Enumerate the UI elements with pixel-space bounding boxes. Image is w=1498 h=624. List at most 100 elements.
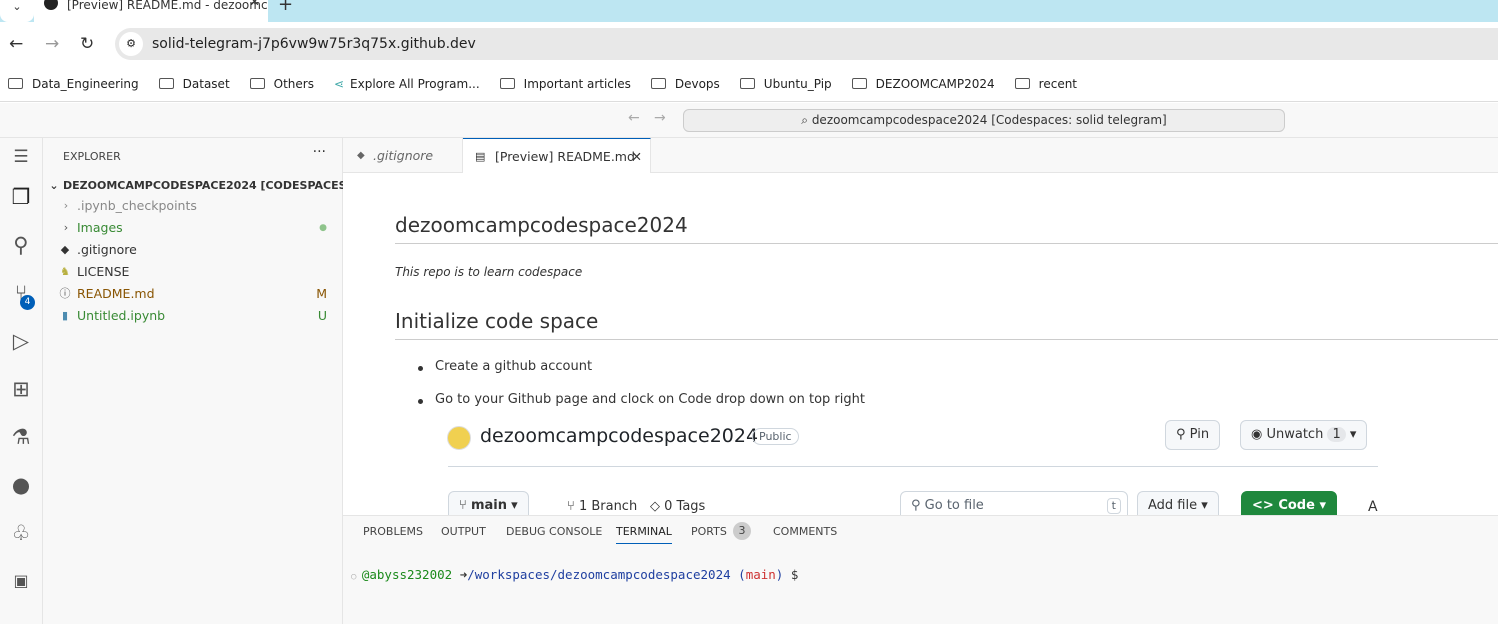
- search-icon: ⚲: [911, 498, 925, 513]
- more-actions-icon[interactable]: ···: [313, 144, 326, 160]
- git-icon: ◆: [60, 243, 70, 256]
- new-tab-button[interactable]: +: [278, 0, 293, 15]
- reload-button[interactable]: ↻: [80, 34, 94, 54]
- bookmark-label: Important articles: [523, 76, 631, 91]
- code-icon: <>: [1252, 498, 1279, 513]
- caret-down-icon: ▾: [1349, 427, 1357, 442]
- term-user: @abyss232002: [361, 567, 453, 582]
- bookmarks-bar: Data_Engineering Dataset Others ⋖ Explore…: [0, 66, 1498, 102]
- branch-label: main: [470, 498, 507, 513]
- code-button[interactable]: <> Code ▾: [1241, 491, 1337, 515]
- nav-back-icon[interactable]: ←: [628, 110, 640, 126]
- extensions-icon[interactable]: ⊞: [8, 376, 34, 402]
- site-settings-icon[interactable]: ⚙: [119, 32, 143, 56]
- tree-item[interactable]: ⓘ README.md M: [43, 283, 343, 305]
- unwatch-button[interactable]: ◉ Unwatch 1 ▾: [1240, 420, 1368, 450]
- bottom-panel: PROBLEMS OUTPUT DEBUG CONSOLE TERMINAL P…: [343, 515, 1498, 624]
- pin-button[interactable]: ⚲ Pin: [1165, 420, 1221, 450]
- add-file-label: Add file: [1148, 498, 1198, 513]
- go-to-file-placeholder: Go to file: [924, 498, 984, 513]
- explorer-title: EXPLORER: [63, 150, 121, 163]
- tab-search-button[interactable]: ⌄: [0, 0, 34, 22]
- browser-tab[interactable]: [Preview] README.md - dezoomcampcodespac…: [34, 0, 268, 22]
- go-to-file-input[interactable]: ⚲ Go to file t: [900, 491, 1128, 515]
- bookmark-label: DEZOOMCAMP2024: [875, 76, 995, 91]
- tree-item[interactable]: ◆ .gitignore: [43, 239, 343, 261]
- folder-icon: [158, 78, 174, 89]
- command-center-label: dezoomcampcodespace2024 [Codespaces: sol…: [811, 113, 1167, 127]
- tree-item[interactable]: ▮ Untitled.ipynb U: [43, 305, 343, 327]
- folder-icon: [1014, 78, 1030, 89]
- item-status: ●: [319, 223, 327, 233]
- bookmark[interactable]: recent: [1014, 76, 1078, 91]
- visibility-badge: Public: [752, 428, 799, 445]
- run-debug-icon[interactable]: ▷: [8, 328, 34, 354]
- workspace-root[interactable]: ⌄ DEZOOMCAMPCODESPACE2024 [CODESPACES: SO…: [43, 175, 391, 197]
- chevron-down-icon: ⌄: [49, 179, 59, 192]
- markdown-preview: dezoomcampcodespace2024 This repo is to …: [343, 173, 1498, 515]
- branch-icon: ⑂: [459, 498, 471, 513]
- bookmark[interactable]: Ubuntu_Pip: [739, 77, 832, 91]
- unwatch-label: Unwatch: [1266, 427, 1324, 442]
- info-icon: ⓘ: [59, 287, 71, 300]
- tree-icon[interactable]: ♧: [8, 520, 34, 546]
- forward-button[interactable]: →: [45, 34, 59, 54]
- add-file-button[interactable]: Add file ▾: [1137, 491, 1219, 515]
- bookmark[interactable]: Important articles: [499, 76, 631, 91]
- bookmark-label: Devops: [674, 76, 720, 91]
- terminal-output[interactable]: ○ @abyss232002 ➜/workspaces/dezoomcampco…: [351, 567, 798, 582]
- bookmark[interactable]: ⋖ Explore All Program...: [334, 77, 480, 91]
- close-tab-icon[interactable]: ✕: [249, 0, 260, 9]
- tab-ports[interactable]: PORTS: [691, 525, 727, 538]
- tab-label: .gitignore: [373, 148, 434, 163]
- terraform-icon[interactable]: ▣: [8, 568, 34, 594]
- bookmark-label: recent: [1038, 76, 1078, 91]
- testing-icon[interactable]: ⚗: [8, 424, 34, 450]
- bookmark[interactable]: Devops: [650, 76, 720, 91]
- truncated-text: A: [1368, 499, 1378, 515]
- back-button[interactable]: ←: [9, 34, 23, 54]
- branches-link[interactable]: ⑂ 1 Branch: [567, 499, 637, 514]
- eye-icon: ◉: [1251, 427, 1267, 442]
- tags-label: 0 Tags: [664, 499, 706, 514]
- term-prompt: $: [790, 567, 799, 582]
- bookmark-label: Explore All Program...: [350, 76, 480, 91]
- tab-problems[interactable]: PROBLEMS: [363, 525, 423, 538]
- close-icon[interactable]: ✕: [632, 139, 642, 174]
- menu-icon[interactable]: ☰: [8, 144, 34, 170]
- tab-debug-console[interactable]: DEBUG CONSOLE: [506, 525, 602, 538]
- bookmark[interactable]: Data_Engineering: [8, 77, 139, 91]
- site-icon: ⋖: [333, 76, 345, 91]
- item-status: U: [317, 308, 327, 323]
- term-path: /workspaces/dezoomcampcodespace2024: [467, 567, 731, 582]
- item-label: .ipynb_checkpoints: [77, 198, 197, 213]
- tab-output[interactable]: OUTPUT: [441, 525, 486, 538]
- status-circle-icon: ○: [351, 572, 362, 582]
- search-icon: ⌕: [801, 113, 812, 127]
- item-label: .gitignore: [77, 242, 137, 257]
- term-branch: main: [745, 567, 776, 582]
- explorer-icon[interactable]: ❐: [8, 184, 34, 210]
- pin-label: Pin: [1189, 427, 1210, 442]
- bookmark[interactable]: Dataset: [158, 77, 230, 91]
- bookmark[interactable]: Others: [249, 77, 314, 91]
- bookmark[interactable]: DEZOOMCAMP2024: [851, 76, 995, 91]
- tags-link[interactable]: ◇ 0 Tags: [650, 499, 705, 514]
- github-icon[interactable]: ●: [8, 472, 34, 498]
- tab-readme-preview[interactable]: ▤ [Preview] README.md ✕: [463, 138, 651, 174]
- github-icon: [44, 0, 58, 10]
- command-center[interactable]: ⌕ dezoomcampcodespace2024 [Codespaces: s…: [683, 109, 1285, 132]
- git-icon: ◆: [357, 150, 365, 161]
- address-bar-row: ← → ↻ ⚙ solid-telegram-j7p6vw9w75r3q75x.g…: [0, 22, 1498, 66]
- nav-forward-icon[interactable]: →: [654, 110, 666, 126]
- tab-label: [Preview] README.md: [495, 149, 635, 164]
- tree-item[interactable]: ♞ LICENSE: [43, 261, 343, 283]
- branch-select[interactable]: ⑂ main ▾: [448, 491, 529, 515]
- tab-comments[interactable]: COMMENTS: [773, 525, 837, 538]
- tab-gitignore[interactable]: ◆ .gitignore: [343, 138, 463, 173]
- tab-terminal[interactable]: TERMINAL: [616, 525, 672, 544]
- tree-item[interactable]: › .ipynb_checkpoints: [43, 195, 343, 217]
- search-icon[interactable]: ⚲: [8, 232, 34, 258]
- tree-item[interactable]: › Images ●: [43, 217, 343, 239]
- url-input[interactable]: ⚙ solid-telegram-j7p6vw9w75r3q75x.github.…: [115, 28, 1498, 60]
